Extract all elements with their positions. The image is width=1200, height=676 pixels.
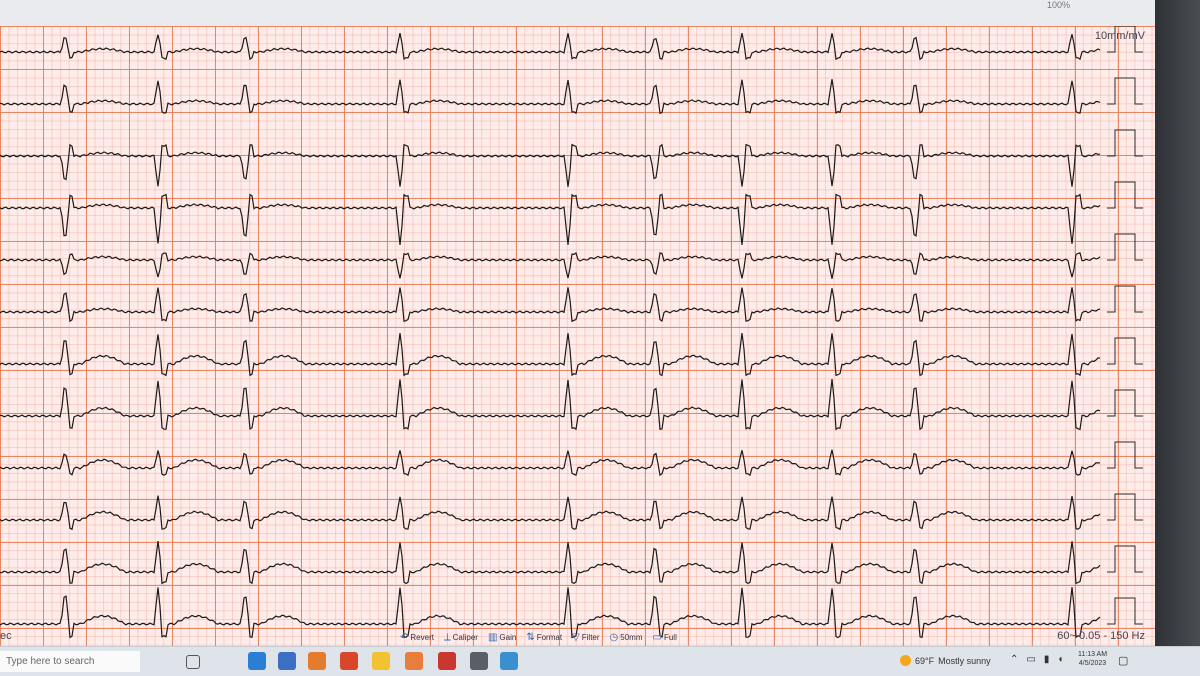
windows-taskbar: Type here to search 69°F Mostly sunny ⌃ …: [0, 646, 1200, 676]
ecg-lead-trace: [0, 252, 1101, 279]
ecg-lead-trace: [0, 449, 1101, 477]
ecg-lead-trace: [0, 287, 1101, 323]
app-icon-3[interactable]: [405, 652, 423, 670]
ecg-toolbar: ↶ Revert ⟂ Caliper ▥ Gain ⇅ Format ▽ Filter ◷…: [400, 632, 677, 643]
ecg-lead-trace: [0, 587, 1101, 639]
ecg-lead-trace: [0, 379, 1101, 431]
calibration-pulse: [1107, 545, 1143, 573]
chevron-up-icon[interactable]: ⌃: [1010, 654, 1018, 665]
ecg-chart-area: 10mm/mV 60~ 0.05 - 150 Hz ec ↶ Revert ⟂ Ca…: [0, 26, 1155, 646]
ecg-traces: [0, 26, 1143, 639]
ecg-lead-trace: [0, 143, 1101, 187]
ecg-lead-trace: [0, 333, 1101, 377]
format-icon: ⇅: [526, 632, 535, 643]
task-view-icon[interactable]: [186, 655, 200, 669]
monitor-bezel: [1155, 0, 1200, 650]
edge-icon[interactable]: [248, 652, 266, 670]
calibration-pulse: [1107, 181, 1143, 209]
notifications-icon[interactable]: ▢: [1118, 654, 1128, 667]
speed-unit-label: ec: [0, 630, 12, 642]
caliper-icon: ⟂: [443, 632, 451, 643]
calibration-pulse: [1107, 597, 1143, 625]
gain-icon: ▥: [487, 632, 498, 643]
taskbar-search-input[interactable]: Type here to search: [0, 651, 140, 672]
ecg-lead-trace: [0, 495, 1101, 531]
ecg-lead-trace: [0, 79, 1101, 115]
revert-icon: ↶: [400, 632, 409, 643]
network-icon[interactable]: ▭: [1026, 654, 1035, 665]
app-icon-2[interactable]: [340, 652, 358, 670]
calibration-pulse: [1107, 493, 1143, 521]
calibration-pulse: [1107, 129, 1143, 157]
sun-icon: [900, 655, 911, 666]
speed-icon: ◷: [609, 632, 619, 643]
calibration-pulse: [1107, 285, 1143, 313]
monitor-icon: ▭: [652, 632, 662, 643]
volume-icon[interactable]: ▮: [1044, 654, 1050, 665]
speaker-icon[interactable]: ◖: [1057, 654, 1063, 665]
calibration-pulse: [1107, 233, 1143, 261]
chrome-icon[interactable]: [308, 652, 326, 670]
filter-icon: ▽: [572, 632, 580, 643]
format-button[interactable]: ⇅ Format: [526, 632, 562, 643]
monitor-top-bar: 100%: [0, 0, 1200, 26]
system-tray: ⌃ ▭ ▮ ◖: [1010, 654, 1063, 665]
ecg-lead-trace: [0, 541, 1101, 585]
calibration-pulse: [1107, 441, 1143, 469]
gain-button[interactable]: ▥ Gain: [488, 632, 516, 643]
filter-button[interactable]: ▽ Filter: [572, 632, 599, 643]
ecg-app-icon[interactable]: [500, 652, 518, 670]
gain-scale-label: 10mm/mV: [1094, 30, 1145, 42]
filter-settings-label: 60~ 0.05 - 150 Hz: [1057, 630, 1145, 642]
speed-button[interactable]: ◷ 50mm: [610, 632, 643, 643]
caliper-button[interactable]: ⟂ Caliper: [444, 632, 478, 643]
calibration-pulse: [1107, 389, 1143, 417]
ecg-lead-trace: [0, 193, 1101, 245]
weather-widget[interactable]: 69°F Mostly sunny: [900, 655, 991, 666]
full-button[interactable]: ▭ Full: [653, 632, 677, 643]
app-icon-5[interactable]: [470, 652, 488, 670]
revert-button[interactable]: ↶ Revert: [400, 632, 434, 643]
zoom-level: 100%: [1046, 0, 1070, 10]
app-icon-4[interactable]: [438, 652, 456, 670]
file-explorer-icon[interactable]: [372, 652, 390, 670]
taskbar-clock[interactable]: 11:13 AM 4/5/2023: [1078, 650, 1107, 668]
ecg-lead-trace: [0, 32, 1101, 61]
calibration-pulse: [1107, 77, 1143, 105]
app-icon[interactable]: [278, 652, 296, 670]
calibration-pulse: [1107, 337, 1143, 365]
